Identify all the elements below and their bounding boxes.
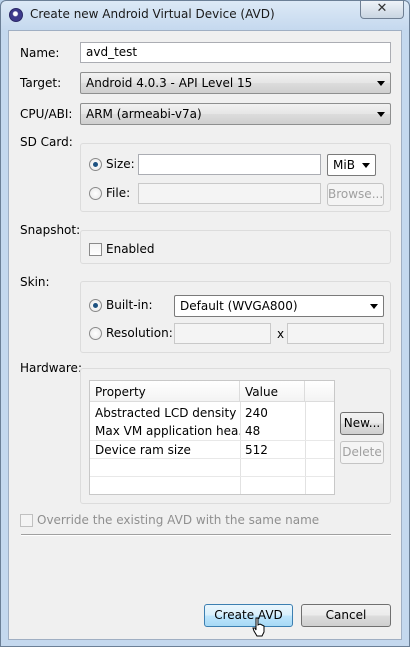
target-select[interactable]: Android 4.0.3 - API Level 15 <box>80 72 391 94</box>
value-cell: 240 <box>245 406 268 420</box>
skin-builtin-select[interactable]: Default (WVGA800) <box>174 295 384 317</box>
hardware-group: Property Value Abstracted LCD density 24… <box>80 368 391 504</box>
sdcard-label: SD Card: <box>20 135 73 149</box>
hardware-table[interactable]: Property Value Abstracted LCD density 24… <box>89 380 335 495</box>
cancel-button[interactable]: Cancel <box>301 604 391 627</box>
skin-resolution-radio[interactable] <box>89 327 102 340</box>
override-label: Override the existing AVD with the same … <box>37 513 320 527</box>
cpu-abi-value: ARM (armeabi-v7a) <box>86 107 202 121</box>
new-property-button[interactable]: New... <box>340 412 384 435</box>
sdcard-unit-select[interactable]: MiB <box>327 154 376 176</box>
column-divider <box>305 402 306 494</box>
browse-button[interactable]: Browse... <box>327 183 384 206</box>
value-cell: 48 <box>245 424 261 438</box>
sdcard-size-input[interactable] <box>138 154 321 175</box>
hardware-label: Hardware: <box>20 361 82 375</box>
cpu-abi-select[interactable]: ARM (armeabi-v7a) <box>80 103 391 125</box>
delete-property-button[interactable]: Delete <box>340 441 384 464</box>
snapshot-label: Snapshot: <box>20 223 81 237</box>
skin-builtin-label: Built-in: <box>106 298 153 312</box>
row-divider <box>90 476 334 477</box>
column-header-filler <box>305 381 334 402</box>
chevron-down-icon <box>362 163 370 168</box>
resolution-separator: x <box>277 327 285 341</box>
snapshot-enabled-checkbox[interactable] <box>89 243 102 256</box>
chevron-down-icon <box>370 304 378 309</box>
override-checkbox[interactable] <box>20 514 33 527</box>
window-title: Create new Android Virtual Device (AVD) <box>30 7 275 21</box>
column-header-value[interactable]: Value <box>240 381 305 402</box>
resolution-width-input[interactable] <box>174 323 271 344</box>
skin-label: Skin: <box>20 275 50 289</box>
sdcard-size-label: Size: <box>106 157 135 171</box>
target-value: Android 4.0.3 - API Level 15 <box>86 76 253 90</box>
name-field[interactable]: avd_test <box>80 42 391 63</box>
property-cell: Max VM application hea... <box>95 424 240 438</box>
dialog-window: Create new Android Virtual Device (AVD) … <box>0 0 410 647</box>
skin-resolution-label: Resolution: <box>106 326 173 340</box>
sdcard-file-radio[interactable] <box>89 187 102 200</box>
property-cell: Abstracted LCD density <box>95 406 237 420</box>
title-bar[interactable]: Create new Android Virtual Device (AVD) … <box>1 1 409 29</box>
skin-group: Built-in: Default (WVGA800) Resolution: … <box>80 281 391 353</box>
skin-builtin-radio[interactable] <box>89 299 102 312</box>
sdcard-group: Size: MiB File: Browse... <box>80 143 391 212</box>
skin-builtin-value: Default (WVGA800) <box>180 299 298 313</box>
mouse-pointer-icon <box>252 617 265 637</box>
sdcard-file-input[interactable] <box>138 183 321 204</box>
sdcard-size-radio[interactable] <box>89 158 102 171</box>
close-icon: ✕ <box>376 1 388 16</box>
column-header-property[interactable]: Property <box>90 381 240 402</box>
chevron-down-icon <box>377 81 385 86</box>
target-label: Target: <box>20 76 62 90</box>
property-cell: Device ram size <box>95 443 191 457</box>
snapshot-enabled-label: Enabled <box>106 242 155 256</box>
separator <box>21 534 391 536</box>
close-button[interactable]: ✕ <box>360 1 404 19</box>
create-avd-button[interactable]: Create AVD <box>204 604 293 627</box>
sdcard-unit-value: MiB <box>333 158 355 172</box>
dialog-body: Name: avd_test Target: Android 4.0.3 - A… <box>8 30 402 640</box>
snapshot-group: Enabled <box>80 230 391 264</box>
name-label: Name: <box>20 46 60 60</box>
value-cell: 512 <box>245 443 268 457</box>
resolution-height-input[interactable] <box>287 323 384 344</box>
eclipse-icon <box>9 8 23 22</box>
cpu-abi-label: CPU/ABI: <box>20 107 73 121</box>
chevron-down-icon <box>377 112 385 117</box>
sdcard-file-label: File: <box>106 186 131 200</box>
